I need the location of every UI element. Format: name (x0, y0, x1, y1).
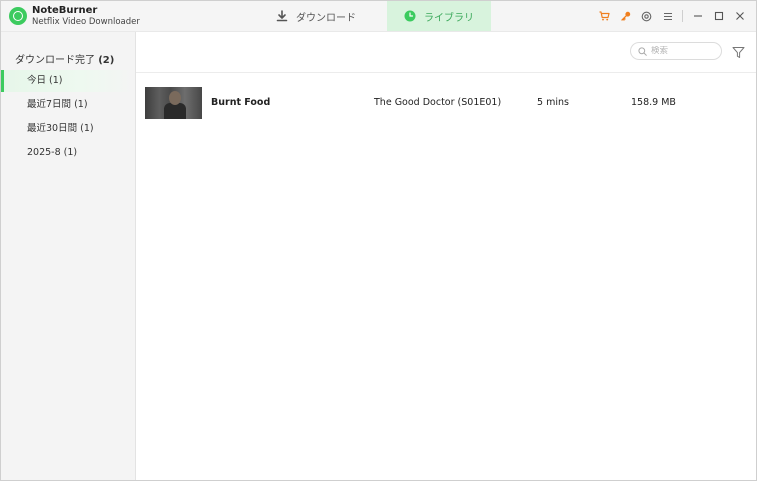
filter-icon[interactable] (730, 44, 746, 60)
clock-icon (404, 10, 416, 22)
app-window: NoteBurner Netflix Video Downloader ダウンロ… (0, 0, 757, 481)
search-input[interactable] (651, 46, 717, 56)
app-subtitle: Netflix Video Downloader (32, 17, 140, 27)
library-panel: Burnt Food The Good Doctor (S01E01) 5 mi… (136, 32, 756, 480)
video-size: 158.9 MB (631, 97, 676, 108)
video-duration: 5 mins (537, 97, 569, 108)
sidebar-item-today[interactable]: 今日 (1) (1, 70, 135, 92)
video-series: The Good Doctor (S01E01) (374, 97, 502, 108)
tab-library-label: ライブラリ (424, 12, 474, 24)
maximize-icon[interactable] (708, 1, 729, 31)
tab-download-label: ダウンロード (296, 12, 356, 24)
download-icon (276, 10, 288, 22)
gear-icon[interactable] (636, 1, 657, 31)
menu-icon[interactable] (657, 1, 678, 31)
video-title: Burnt Food (211, 97, 271, 108)
app-logo (9, 7, 27, 25)
video-thumbnail (145, 87, 202, 119)
search-box[interactable] (630, 42, 722, 60)
sidebar: ダウンロード完了 (2) 今日 (1) 最近7日間 (1) 最近30日間 (1)… (1, 32, 136, 480)
sidebar-header: ダウンロード完了 (2) (15, 51, 114, 66)
sidebar-header-count: (2) (98, 55, 115, 66)
thumbnail-figure-head (169, 91, 181, 105)
app-name: NoteBurner (32, 5, 98, 16)
tab-library[interactable]: ライブラリ (387, 1, 491, 31)
close-icon[interactable] (729, 1, 750, 31)
search-icon (638, 46, 647, 56)
cart-icon[interactable] (594, 1, 615, 31)
tab-download[interactable]: ダウンロード (246, 1, 386, 31)
sidebar-item-last-7-days[interactable]: 最近7日間 (1) (1, 94, 135, 116)
minimize-icon[interactable] (687, 1, 708, 31)
key-icon[interactable] (615, 1, 636, 31)
sidebar-item-last-30-days[interactable]: 最近30日間 (1) (1, 118, 135, 140)
thumbnail-figure-body (164, 103, 186, 119)
library-toolbar (136, 32, 756, 73)
library-row[interactable]: Burnt Food The Good Doctor (S01E01) 5 mi… (144, 86, 748, 120)
title-bar-controls (594, 1, 750, 31)
title-bar-divider (682, 10, 683, 22)
sidebar-item-2025-8[interactable]: 2025-8 (1) (1, 142, 135, 164)
sidebar-header-label: ダウンロード完了 (15, 55, 95, 66)
title-bar: NoteBurner Netflix Video Downloader ダウンロ… (1, 1, 756, 32)
